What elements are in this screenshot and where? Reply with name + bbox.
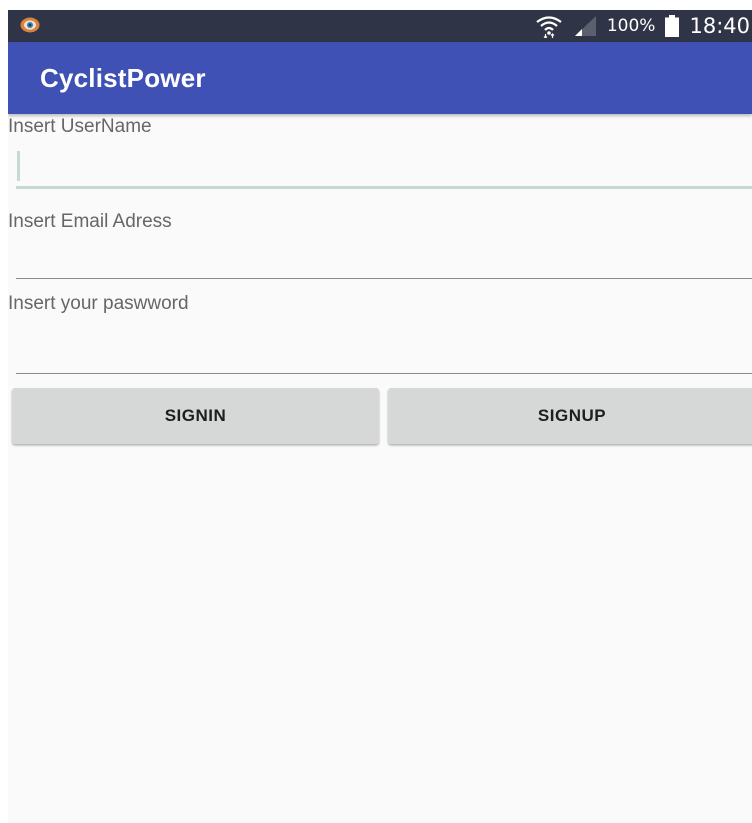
password-label: Insert your paswword (8, 293, 189, 314)
camera-app-icon (20, 17, 40, 33)
battery-icon (665, 15, 680, 37)
wifi-icon (536, 16, 562, 38)
status-bar: 100% 18:40 (8, 10, 752, 42)
password-input[interactable] (16, 333, 752, 374)
status-indicators: 100% 18:40 (535, 10, 752, 42)
email-label: Insert Email Adress (8, 211, 172, 232)
app-title: CyclistPower (40, 63, 206, 93)
username-label: Insert UserName (8, 116, 152, 137)
signin-button[interactable]: SIGNIN (12, 388, 379, 444)
username-input[interactable] (16, 146, 752, 189)
battery-percent: 100% (606, 16, 656, 36)
app-bar: CyclistPower (8, 42, 752, 114)
email-input[interactable] (16, 238, 752, 279)
signup-button[interactable]: SIGNUP (388, 388, 752, 444)
status-time: 18:40 (689, 14, 750, 38)
app-screen: 100% 18:40 CyclistPower Insert UserName … (8, 10, 752, 823)
signal-icon (574, 16, 596, 36)
